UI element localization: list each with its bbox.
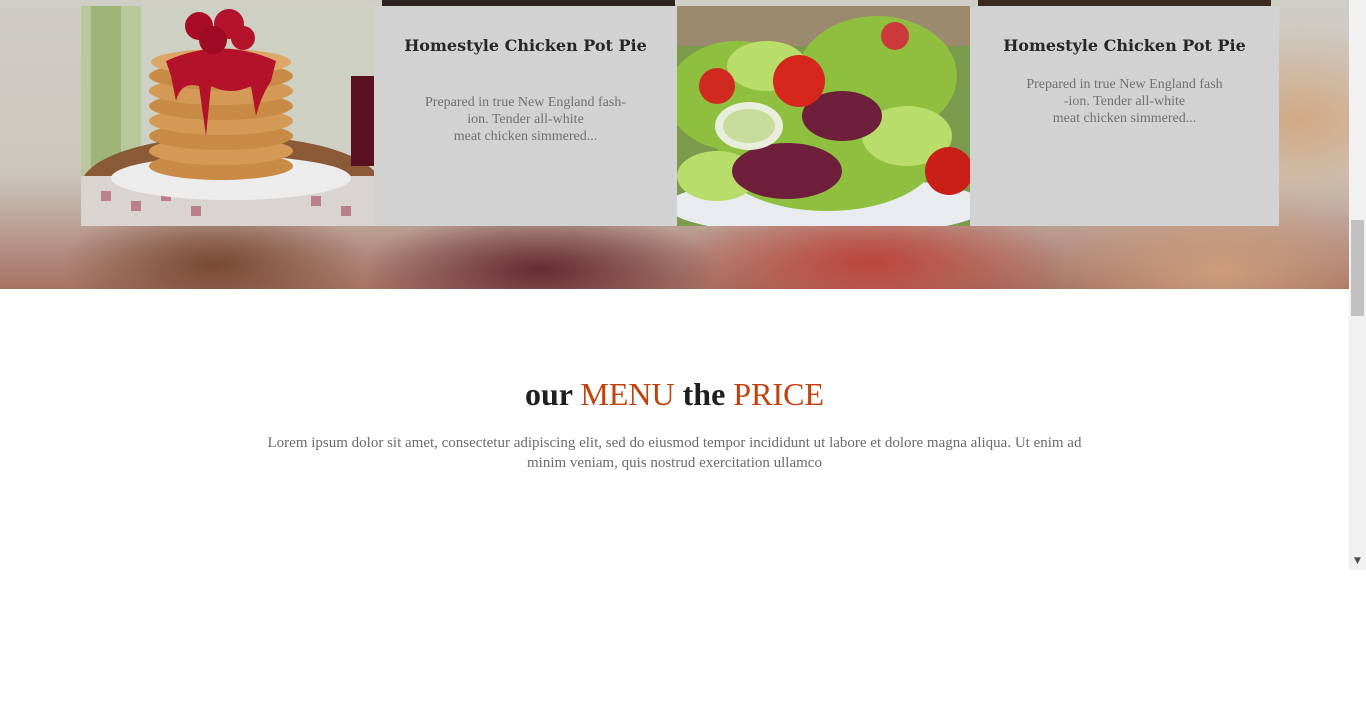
dish-card[interactable]: Homestyle Chicken Pot Pie Prepared in tr… <box>374 6 677 226</box>
dish-card-title[interactable]: Homestyle Chicken Pot Pie <box>970 36 1279 55</box>
heading-word-the: the <box>682 376 726 412</box>
dish-card-description-line: Prepared in true New England fash <box>1026 77 1223 92</box>
dish-card[interactable]: Homestyle Chicken Pot Pie Prepared in tr… <box>970 6 1279 226</box>
heading-word-menu: MENU <box>580 376 675 412</box>
salad-photo[interactable] <box>677 6 970 226</box>
dish-card-description: Prepared in true New England fash -ion. … <box>1010 76 1239 127</box>
subtitle-line: minim veniam, quis nostrud exercitation … <box>527 455 822 471</box>
dish-card-description-line: meat chicken simmered... <box>1052 111 1197 126</box>
menu-section-subtitle: Lorem ipsum dolor sit amet, consectetur … <box>0 433 1349 473</box>
dish-card-row: Homestyle Chicken Pot Pie Prepared in tr… <box>81 6 1279 226</box>
heading-word-our: our <box>525 376 573 412</box>
dish-card-description-line: ion. Tender all-white <box>467 112 584 127</box>
pancakes-photo[interactable] <box>81 6 374 226</box>
dish-card-description-line: meat chicken simmered... <box>453 129 598 144</box>
scrollbar-thumb[interactable] <box>1351 220 1364 316</box>
dish-card-title[interactable]: Homestyle Chicken Pot Pie <box>374 36 677 55</box>
scroll-down-arrow-icon[interactable]: ▼ <box>1349 553 1366 570</box>
featured-dishes-section: Homestyle Chicken Pot Pie Prepared in tr… <box>0 0 1349 289</box>
dish-card-description-line: Prepared in true New England fash- <box>425 95 626 110</box>
heading-word-price: PRICE <box>733 376 824 412</box>
page: Homestyle Chicken Pot Pie Prepared in tr… <box>0 0 1349 728</box>
dish-card-description: Prepared in true New England fash- ion. … <box>414 94 637 145</box>
dish-card-description-line: -ion. Tender all-white <box>1063 94 1186 109</box>
subtitle-line: Lorem ipsum dolor sit amet, consectetur … <box>267 435 1082 451</box>
menu-section-heading: our MENU the PRICE <box>0 374 1349 414</box>
